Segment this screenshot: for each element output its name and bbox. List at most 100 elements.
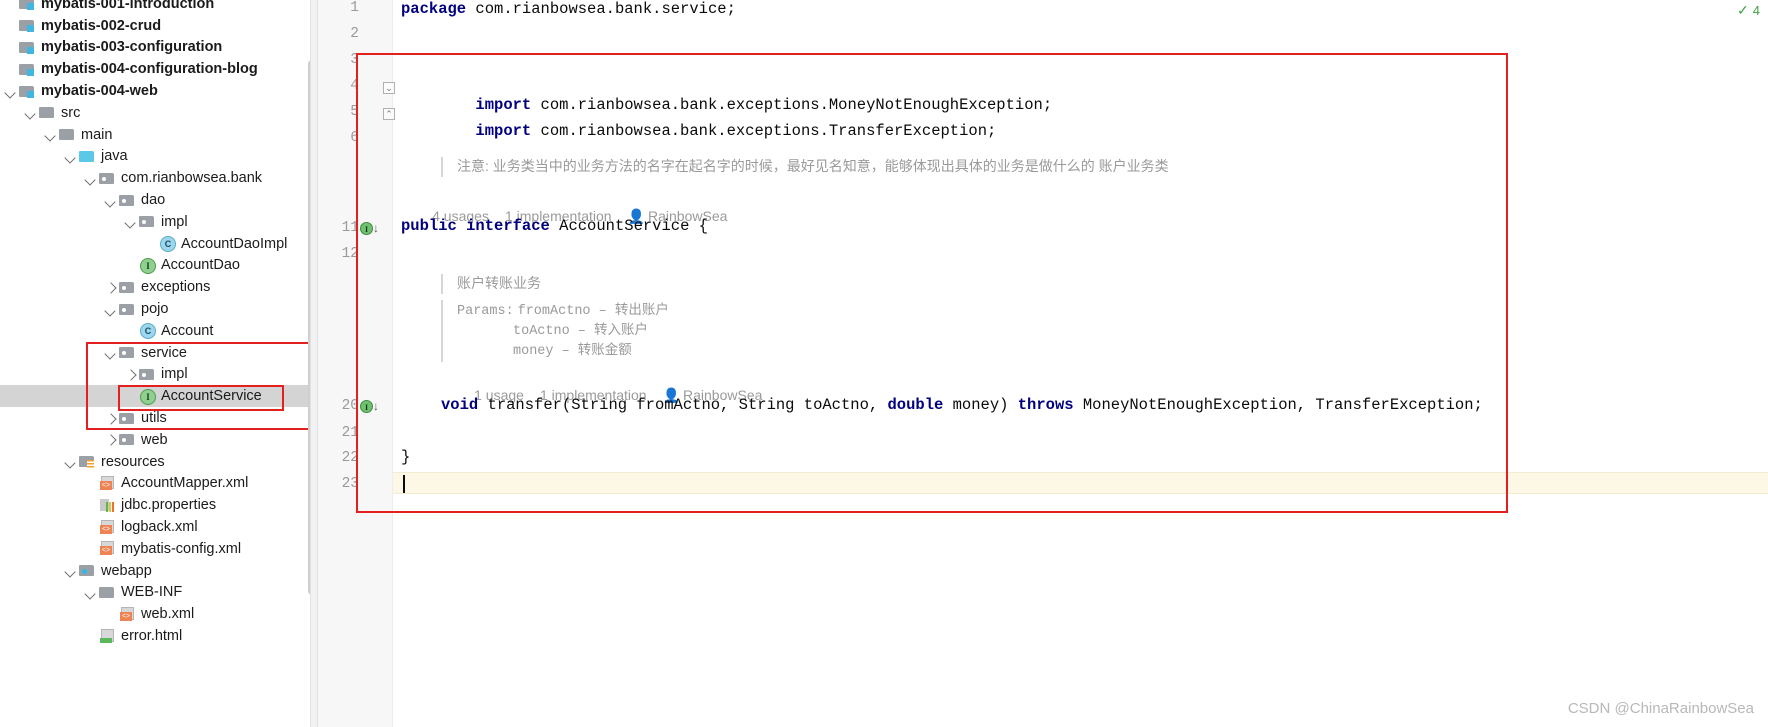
tree-item-java[interactable]: java: [0, 146, 318, 168]
method-signature-part-1: transfer(String fromActno, String toActn…: [478, 396, 888, 414]
tree-item-mybatis-config-xml[interactable]: mybatis-config.xml: [0, 538, 318, 560]
keyword-interface: interface: [466, 217, 550, 235]
tree-item-impl[interactable]: impl: [0, 211, 318, 233]
chevron-down-icon[interactable]: [64, 564, 77, 577]
code-fold-icon[interactable]: ⌃: [383, 108, 395, 120]
method-signature-part-3: MoneyNotEnoughException, TransferExcepti…: [1073, 396, 1483, 414]
chevron-right-icon[interactable]: [124, 368, 137, 381]
implementation-gutter-marker[interactable]: I ↓: [360, 399, 384, 416]
code-line-close-brace: }: [401, 448, 410, 466]
tree-item-exceptions[interactable]: exceptions: [0, 276, 318, 298]
tree-item-label: mybatis-003-configuration: [41, 39, 223, 56]
html-file-icon: [99, 628, 116, 644]
tree-item-utils[interactable]: utils: [0, 407, 318, 429]
chevron-down-icon[interactable]: [124, 215, 137, 228]
line-number: 6: [350, 130, 359, 146]
method-javadoc-param-row[interactable]: money – 转账金额: [441, 340, 632, 362]
package-icon: [119, 193, 136, 208]
chevron-down-icon[interactable]: [104, 303, 117, 316]
code-fold-icon[interactable]: ⌄: [383, 82, 395, 94]
chevron-down-icon[interactable]: [84, 172, 97, 185]
tree-item-dao[interactable]: dao: [0, 189, 318, 211]
javadoc-param-fromactno: fromActno – 转出账户: [517, 304, 669, 319]
chevron-down-icon[interactable]: [44, 128, 57, 141]
chevron-down-icon[interactable]: [64, 455, 77, 468]
tree-item-label: resources: [101, 453, 165, 470]
tree-item-web[interactable]: web: [0, 429, 318, 451]
tree-item-com-rianbowsea-bank[interactable]: com.rianbowsea.bank: [0, 167, 318, 189]
tree-item-mybatis-002-crud[interactable]: mybatis-002-crud: [0, 15, 318, 37]
tree-item-mybatis-004-configuration-blog[interactable]: mybatis-004-configuration-blog: [0, 58, 318, 80]
line-number: 12: [341, 246, 359, 262]
tree-item-accountservice[interactable]: AccountService: [0, 385, 318, 408]
project-tree[interactable]: mybatis-001-introduction mybatis-002-crud…: [0, 0, 318, 647]
method-javadoc-param-row[interactable]: toActno – 转入账户: [441, 320, 648, 342]
xml-file-icon: [99, 519, 116, 535]
tree-item-accountdao[interactable]: AccountDao: [0, 255, 318, 277]
keyword-void: void: [441, 396, 479, 414]
tree-item-webapp[interactable]: webapp: [0, 560, 318, 582]
tree-item-accountdaoimpl[interactable]: AccountDaoImpl: [0, 233, 318, 255]
keyword-public: public: [401, 217, 457, 235]
editor-gutter[interactable]: 1 2 3 4 5 6 11 12 20 21 22 23 I ↓ I ↓: [318, 0, 393, 727]
tree-item-mybatis-003-configuration[interactable]: mybatis-003-configuration: [0, 37, 318, 59]
tree-item-account[interactable]: Account: [0, 320, 318, 342]
tree-item-mybatis-004-web[interactable]: mybatis-004-web: [0, 80, 318, 102]
text-caret: [403, 475, 405, 493]
editor-scrollbar[interactable]: [1755, 0, 1768, 727]
tree-item-label: jdbc.properties: [121, 497, 217, 514]
interface-badge-icon: I: [360, 400, 373, 413]
class-javadoc-collapsed[interactable]: 注意: 业务类当中的业务方法的名字在起名字的时候，最好见名知意，能够体现出具体的…: [441, 157, 1169, 177]
tree-item-resources[interactable]: resources: [0, 451, 318, 473]
chevron-down-icon[interactable]: [84, 586, 97, 599]
package-icon: [119, 432, 136, 447]
tree-item-label: WEB-INF: [121, 584, 183, 601]
tree-item-label: AccountMapper.xml: [121, 475, 249, 492]
tree-item-error-html[interactable]: error.html: [0, 625, 318, 647]
implementation-gutter-marker[interactable]: I ↓: [360, 221, 384, 238]
tree-item-main[interactable]: main: [0, 124, 318, 146]
code-surface[interactable]: package com.rianbowsea.bank.service; ⌄ im…: [383, 0, 1768, 727]
keyword-import: import: [475, 122, 532, 140]
code-editor[interactable]: 1 2 3 4 5 6 11 12 20 21 22 23 I ↓ I ↓ pa…: [318, 0, 1768, 727]
tree-item-src[interactable]: src: [0, 102, 318, 124]
line-number: 20: [341, 398, 359, 414]
line-number: 1: [350, 0, 359, 16]
tree-item-web-xml[interactable]: web.xml: [0, 603, 318, 625]
chevron-down-icon[interactable]: [24, 106, 37, 119]
chevron-down-icon[interactable]: [4, 85, 17, 98]
project-tree-panel[interactable]: mybatis-001-introduction mybatis-002-crud…: [0, 0, 318, 727]
tree-item-logback-xml[interactable]: logback.xml: [0, 516, 318, 538]
module-folder-icon: [19, 84, 36, 99]
tree-item-accountmapper-xml[interactable]: AccountMapper.xml: [0, 473, 318, 495]
tree-item-pojo[interactable]: pojo: [0, 298, 318, 320]
tree-item-label: main: [81, 126, 113, 143]
tree-item-label: impl: [161, 213, 188, 230]
chevron-down-icon[interactable]: [104, 194, 117, 207]
chevron-down-icon[interactable]: [64, 150, 77, 163]
open-brace: {: [698, 217, 709, 235]
chevron-down-icon[interactable]: [104, 346, 117, 359]
method-javadoc[interactable]: 账户转账业务: [441, 274, 541, 294]
method-javadoc-params[interactable]: Params: fromActno – 转出账户: [441, 300, 669, 322]
tree-item-web-inf[interactable]: WEB-INF: [0, 582, 318, 604]
tree-item-impl[interactable]: impl: [0, 364, 318, 386]
javadoc-param-toactno: toActno – 转入账户: [513, 324, 649, 339]
import-path: com.rianbowsea.bank.exceptions.TransferE…: [531, 122, 997, 140]
webapp-folder-icon: [79, 563, 96, 578]
line-number: 21: [341, 425, 359, 441]
line-number: 22: [341, 450, 359, 466]
tree-item-label: com.rianbowsea.bank: [121, 170, 263, 187]
chevron-right-icon[interactable]: [104, 412, 117, 425]
tree-item-service[interactable]: service: [0, 342, 318, 364]
panel-splitter[interactable]: [310, 0, 318, 727]
tree-item-jdbc-properties[interactable]: jdbc.properties: [0, 494, 318, 516]
tree-item-mybatis-001-introduction[interactable]: mybatis-001-introduction: [0, 0, 318, 15]
chevron-right-icon[interactable]: [104, 281, 117, 294]
chevron-right-icon[interactable]: [104, 433, 117, 446]
